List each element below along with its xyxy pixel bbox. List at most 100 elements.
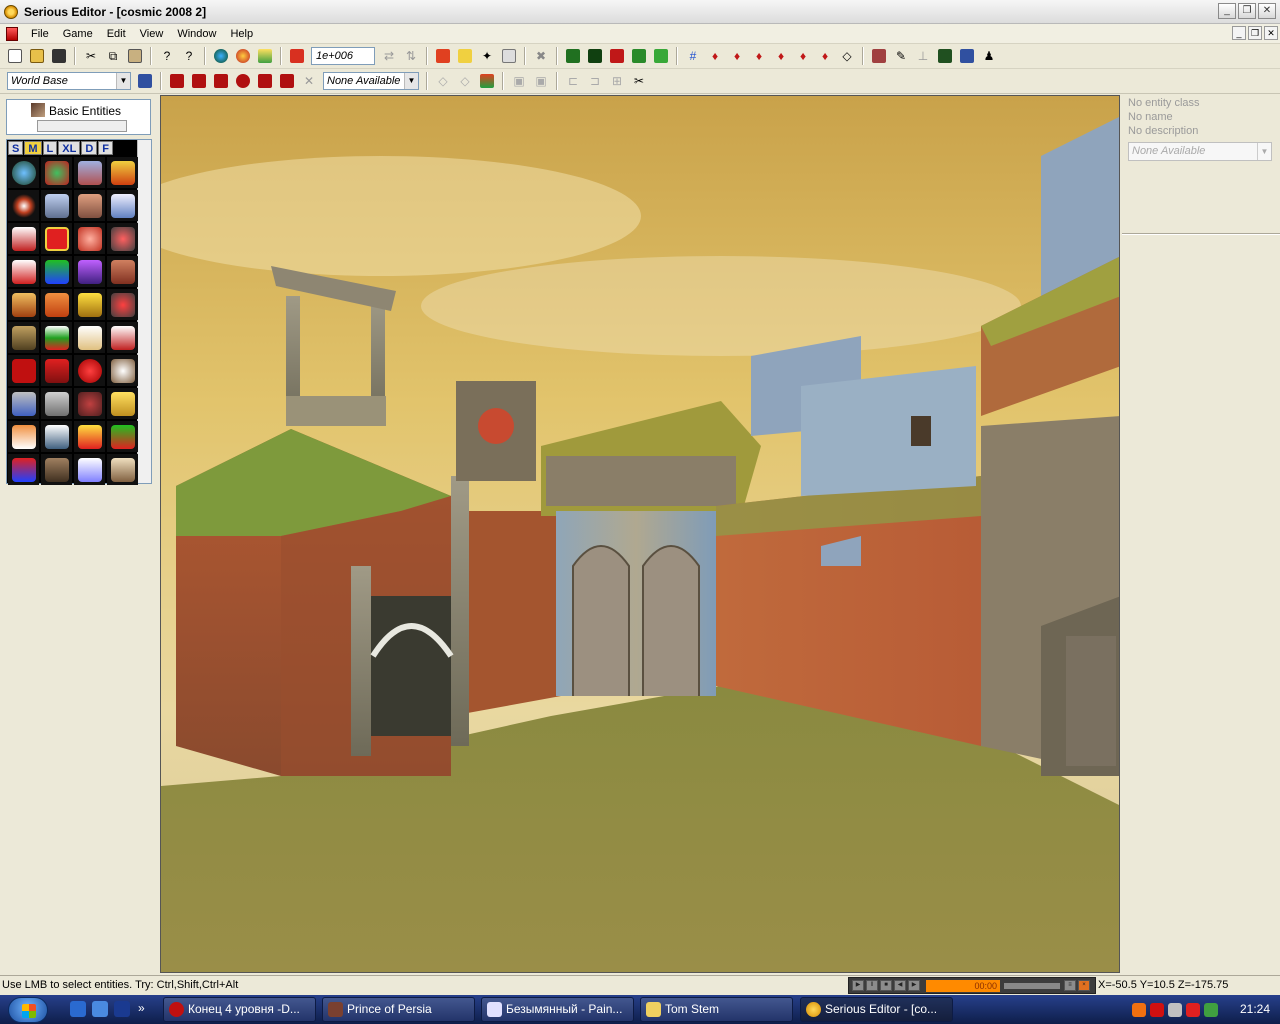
palette-item[interactable] xyxy=(107,421,138,452)
palette-item[interactable] xyxy=(74,190,105,221)
disabled-tool-1-icon[interactable]: ◇ xyxy=(433,71,453,91)
palette-item[interactable] xyxy=(107,256,138,287)
tray-app-icon[interactable] xyxy=(1132,1002,1146,1017)
cut-icon[interactable]: ✂ xyxy=(81,46,101,66)
palette-item[interactable] xyxy=(107,289,138,320)
menu-window[interactable]: Window xyxy=(170,28,223,40)
palette-item[interactable] xyxy=(8,388,39,419)
cube-icon[interactable] xyxy=(455,46,475,66)
brush-red-1-icon[interactable] xyxy=(167,71,187,91)
disabled-tool-6-icon[interactable]: ⊐ xyxy=(585,71,605,91)
texture-icon[interactable] xyxy=(255,46,275,66)
palette-item[interactable] xyxy=(107,190,138,221)
media-close-icon[interactable]: × xyxy=(1078,980,1090,991)
3d-viewport[interactable] xyxy=(160,95,1120,973)
avira-icon[interactable] xyxy=(1186,1002,1200,1017)
entity-tool-icon[interactable] xyxy=(135,71,155,91)
palette-item[interactable] xyxy=(41,388,72,419)
palette-item[interactable] xyxy=(107,454,138,485)
save-icon[interactable] xyxy=(49,46,69,66)
palette-item[interactable] xyxy=(8,190,39,221)
polygon-icon[interactable]: ♦ xyxy=(749,46,769,66)
disabled-tool-3-icon[interactable]: ▣ xyxy=(509,71,529,91)
flip-icon[interactable]: ⇅ xyxy=(401,46,421,66)
palette-item[interactable] xyxy=(41,322,72,353)
restore-button[interactable]: ❐ xyxy=(1238,3,1256,19)
browser-icon[interactable] xyxy=(92,1001,108,1017)
ie-icon[interactable] xyxy=(70,1001,86,1017)
palette-item[interactable] xyxy=(107,322,138,353)
palette-item[interactable] xyxy=(8,289,39,320)
tab-m[interactable]: M xyxy=(24,141,42,155)
property-select[interactable]: None Available ▼ xyxy=(1128,142,1272,161)
disabled-tool-4-icon[interactable]: ▣ xyxy=(531,71,551,91)
layer-dark-icon[interactable] xyxy=(585,46,605,66)
menu-game[interactable]: Game xyxy=(56,28,100,40)
grid-icon[interactable]: # xyxy=(683,46,703,66)
csg-add-icon[interactable] xyxy=(433,46,453,66)
tools-icon[interactable]: ✎ xyxy=(891,46,911,66)
task-paint[interactable]: Безымянный - Pain... xyxy=(481,997,634,1022)
nvidia-icon[interactable] xyxy=(1204,1002,1218,1017)
quicklaunch-more-icon[interactable]: » xyxy=(138,1001,154,1017)
task-opera[interactable]: Конец 4 уровня -D... xyxy=(163,997,316,1022)
minimize-button[interactable]: _ xyxy=(1218,3,1236,19)
palette-item[interactable] xyxy=(41,355,72,386)
tree-item-basic-entities[interactable]: Basic Entities xyxy=(49,104,121,118)
next-icon[interactable]: ▶ xyxy=(908,980,920,991)
spheres-icon[interactable] xyxy=(233,46,253,66)
tab-d[interactable]: D xyxy=(81,141,98,155)
tab-f[interactable]: F xyxy=(98,141,113,155)
vertex-icon[interactable]: ♦ xyxy=(771,46,791,66)
antivirus-icon[interactable] xyxy=(1150,1002,1164,1017)
help-icon[interactable]: ? xyxy=(157,46,177,66)
scissors-icon[interactable]: ✂ xyxy=(629,71,649,91)
check-layer-icon[interactable] xyxy=(629,46,649,66)
layer-red-icon[interactable] xyxy=(607,46,627,66)
palette-item[interactable] xyxy=(74,157,105,188)
tree-scrollbar[interactable] xyxy=(37,120,127,132)
zoom-field[interactable]: 1e+006 xyxy=(311,47,375,65)
person-icon[interactable]: ♟ xyxy=(979,46,999,66)
task-prince-of-persia[interactable]: Prince of Persia xyxy=(322,997,475,1022)
task-serious-editor[interactable]: Serious Editor - [co... xyxy=(800,997,953,1022)
palette-item[interactable] xyxy=(41,157,72,188)
start-button[interactable] xyxy=(8,997,48,1023)
palette-item[interactable] xyxy=(74,355,105,386)
sparkle-icon[interactable]: ✦ xyxy=(477,46,497,66)
media-menu-icon[interactable]: ≡ xyxy=(1064,980,1076,991)
brush-icon[interactable]: ♦ xyxy=(705,46,725,66)
palette-item[interactable] xyxy=(74,223,105,254)
mirror-icon[interactable]: ⇄ xyxy=(379,46,399,66)
brush-red-6-icon[interactable] xyxy=(277,71,297,91)
menu-edit[interactable]: Edit xyxy=(100,28,133,40)
new-file-icon[interactable] xyxy=(5,46,25,66)
tab-xl[interactable]: XL xyxy=(58,141,81,155)
check-layer-2-icon[interactable] xyxy=(651,46,671,66)
volume-slider[interactable] xyxy=(1004,982,1060,989)
open-folder-icon[interactable] xyxy=(27,46,47,66)
prev-icon[interactable]: ◀ xyxy=(894,980,906,991)
brush-red-5-icon[interactable] xyxy=(255,71,275,91)
disabled-tool-2-icon[interactable]: ◇ xyxy=(455,71,475,91)
close-button[interactable]: ✕ xyxy=(1258,3,1276,19)
context-help-icon[interactable]: ? xyxy=(179,46,199,66)
child-restore-button[interactable]: ❐ xyxy=(1248,26,1262,40)
palette-item[interactable] xyxy=(107,157,138,188)
palette-item[interactable] xyxy=(8,223,39,254)
palette-item[interactable] xyxy=(74,421,105,452)
world-base-select[interactable]: World Base ▼ xyxy=(7,72,131,90)
camera-icon[interactable] xyxy=(935,46,955,66)
brush-disabled-icon[interactable]: ✕ xyxy=(299,71,319,91)
layer-green-icon[interactable] xyxy=(563,46,583,66)
menu-view[interactable]: View xyxy=(133,28,171,40)
wireframe-cube-icon[interactable]: ◇ xyxy=(837,46,857,66)
stop-icon[interactable]: ■ xyxy=(880,980,892,991)
paste-icon[interactable] xyxy=(125,46,145,66)
palette-item[interactable] xyxy=(107,223,138,254)
palette-item[interactable] xyxy=(74,454,105,485)
palette-item[interactable] xyxy=(8,157,39,188)
palette-item[interactable] xyxy=(74,289,105,320)
palette-item[interactable] xyxy=(107,355,138,386)
palette-item[interactable] xyxy=(8,421,39,452)
